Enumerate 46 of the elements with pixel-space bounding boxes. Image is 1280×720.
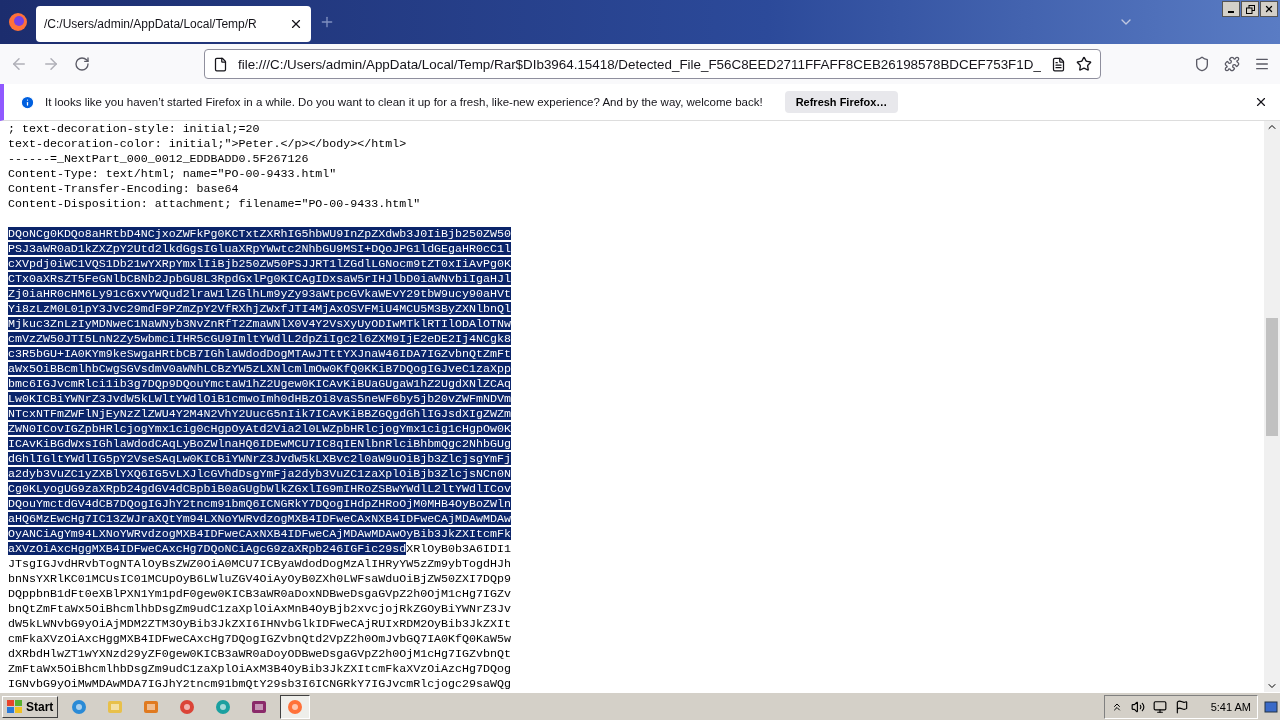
reload-icon[interactable]: [74, 56, 90, 72]
speaker-icon[interactable]: [1130, 699, 1145, 714]
notification-message: It looks like you haven’t started Firefox in a while. Do you want to clean it up for a fresh, like-new experience? And by the way, welcome back!: [45, 96, 763, 108]
close-icon[interactable]: [289, 17, 303, 31]
address-bar[interactable]: file:///C:/Users/admin/AppData/Local/Temp/Rar$DIb3964.15418/Detected_File_F56C8EED2711FFAFF8CEB26198578BDCEF753F1D_: [204, 49, 1101, 79]
code-line: ------=_NextPart_000_0012_EDDBADD0.5F267126: [8, 152, 309, 165]
code-line: ZmFtaWx5OiBhcmlhbDsgZm9udC1zaXplOiAxM3B4OyBib3JkZXItcmFkaXVzOiAzcHg7DQog: [8, 662, 511, 675]
new-tab-icon[interactable]: [319, 14, 335, 30]
code-line: bnQtZmFtaWx5OiBhcmlhbDsgZm9udC1zaXplOiAxMnB4OyBjb2xvcjojRkZGOyBiYWNrZ3Jv: [8, 602, 511, 615]
extensions-icon[interactable]: [1224, 56, 1240, 72]
code-line: Content-Transfer-Encoding: base64: [8, 182, 239, 195]
file-icon: [213, 56, 228, 72]
browser-tab[interactable]: /C:/Users/admin/AppData/Local/Temp/R: [36, 6, 311, 42]
reader-view-icon[interactable]: [1050, 56, 1066, 72]
close-icon[interactable]: [1254, 95, 1268, 109]
restore-button[interactable]: [1241, 1, 1259, 17]
code-line: XRlOyB0b3A6IDI1: [406, 542, 511, 555]
show-desktop-icon[interactable]: [1264, 699, 1278, 714]
code-line: ; text-decoration-style: initial;=20: [8, 122, 260, 135]
code-line: Content-Disposition: attachment; filename="PO-00-9433.html": [8, 197, 421, 210]
code-line: bnNsYXRlKC01MCUsIC01MCUpOyB6LWluZGV4OiAyOyB0ZXh0LWFsaWduOiBjZW50ZXI7DQp9: [8, 572, 511, 585]
code-line: JTsgIGJvdHRvbTogNTAlOyBsZWZ0OiA0MCU7ICByaWdodDogMzAlIHRyYW5zZm9ybTogdHJh: [8, 557, 511, 570]
code-line: dW5kLWNvbG9yOiAjMDM2ZTM3OyBib3JkZXI6IHNvbGlkIDFweCAjRUIxRDM2OyBib3JkZXIt: [8, 617, 511, 630]
info-icon: [20, 94, 35, 110]
code-line: dXRbdHlwZT1wYXNzd29yZF0gew0KICB3aWR0aDoyODBweDsgaGVpZ2h0OjM1cHg7IGZvbnQt: [8, 647, 511, 660]
refresh-button[interactable]: Refresh Firefox…: [784, 91, 899, 113]
code-line: text-decoration-color: initial;">Peter.</p></body></html>: [8, 137, 407, 150]
close-icon: [1264, 4, 1274, 14]
windows-logo-icon: [7, 699, 23, 714]
close-button[interactable]: [1260, 1, 1278, 17]
code-line: cmFkaXVzOiAxcHggMXB4IDFweCAxcHg7DQogIGZvbnQtd2VpZ2h0OmJvbGQ7IA0KfQ0KaW5w: [8, 632, 511, 645]
flag-icon[interactable]: [1174, 699, 1189, 714]
bookmark-icon[interactable]: [1075, 56, 1092, 72]
code-line: Content-Type: text/html; name="PO-00-9433.html": [8, 167, 337, 180]
restore-icon: [1245, 4, 1255, 14]
scroll-thumb[interactable]: [1266, 317, 1278, 436]
menu-icon[interactable]: [1254, 56, 1270, 72]
network-icon[interactable]: [1152, 699, 1167, 714]
folder-icon: [107, 698, 124, 715]
code-line: IGNvbG9yOiMwMDAwMDA7IGJhY2tncm91bmQtY29sb3I6ICNGRkY7IGJvcmRlcjogc29saWQg: [8, 677, 511, 690]
code-line: DQppbnB1dFt0eXBlPXN1Ym1pdF0gew0KICB3aWR0aDoxNDBweDsgaGVpZ2h0OjM1cHg7IGZv: [8, 587, 511, 600]
start-button[interactable]: Start: [2, 695, 59, 718]
clock: 5:41 AM: [1210, 700, 1251, 713]
minimize-button[interactable]: [1222, 1, 1240, 17]
scrollbar[interactable]: [1264, 121, 1280, 692]
taskbar-app[interactable]: [280, 694, 311, 719]
